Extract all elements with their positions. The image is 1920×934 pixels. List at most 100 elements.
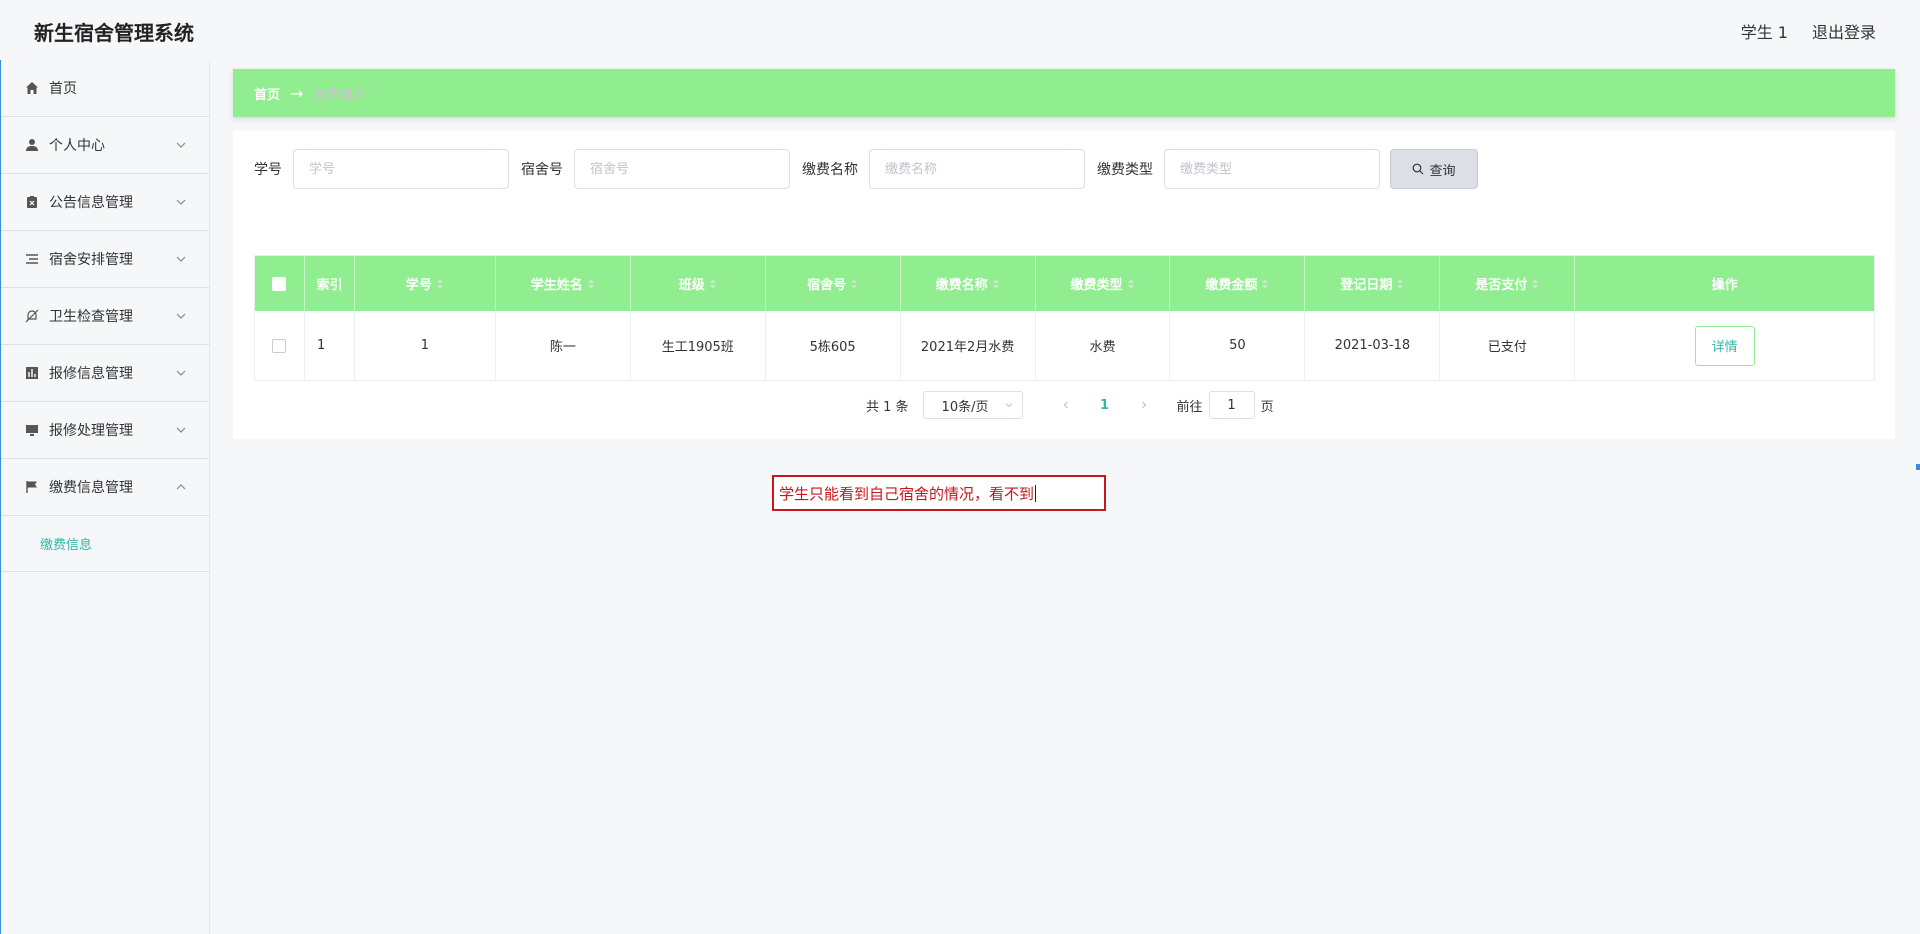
fee-name-label: 缴费名称 — [802, 162, 858, 178]
sidebar-item-personal-center[interactable]: 个人中心 — [0, 117, 209, 174]
breadcrumb-home[interactable]: 首页 — [254, 84, 280, 103]
row-select-cell — [255, 311, 305, 380]
pagination: 共 1 条 10条/页 1 前往 页 — [866, 391, 1274, 419]
detail-button[interactable]: 详情 — [1694, 325, 1755, 366]
fee-type-input[interactable] — [1164, 149, 1380, 189]
header-select-all[interactable] — [255, 256, 305, 311]
total-count: 共 1 条 — [866, 399, 909, 415]
cell-action: 详情 — [1575, 311, 1874, 380]
sort-icon[interactable] — [1262, 278, 1269, 289]
chevron-up-icon — [176, 484, 186, 490]
dorm-no-label: 宿舍号 — [521, 162, 563, 178]
cell-fee-type: 水费 — [1036, 311, 1171, 380]
header-fee-name[interactable]: 缴费名称 — [901, 256, 1036, 311]
sort-icon[interactable] — [1127, 278, 1135, 289]
chevron-down-icon — [176, 142, 186, 148]
sort-icon[interactable] — [992, 278, 1000, 289]
cell-dorm-no: 5栋605 — [766, 311, 901, 380]
annotation-text: 学生只能看到自己宿舍的情况，看不到 — [779, 484, 1035, 503]
header-student-name[interactable]: 学生姓名 — [496, 256, 631, 311]
top-bar: 新生宿舍管理系统 学生 1 退出登录 — [0, 0, 1920, 60]
chevron-down-icon — [1005, 403, 1012, 408]
sidebar-item-hygiene-check[interactable]: 卫生检查管理 — [0, 288, 209, 345]
chevron-down-icon — [176, 427, 186, 433]
main-panel: 学号 宿舍号 缴费名称 缴费类型 查询 索引 学号 学生姓名 班级 宿舍号 缴费… — [233, 131, 1895, 439]
chevron-down-icon — [176, 256, 186, 262]
user-icon — [24, 137, 40, 153]
cell-fee-name: 2021年2月水费 — [901, 311, 1036, 380]
sidebar-item-label: 卫生检查管理 — [49, 309, 133, 325]
sidebar-subitem-payment-info[interactable]: 缴费信息 — [0, 516, 209, 572]
logout-link[interactable]: 退出登录 — [1812, 19, 1876, 43]
sort-icon[interactable] — [587, 278, 595, 289]
sidebar-item-label: 报修信息管理 — [49, 366, 133, 382]
header-fee-amount[interactable]: 缴费金额 — [1170, 256, 1306, 311]
sort-icon[interactable] — [851, 278, 858, 289]
sidebar: 首页 个人中心 公告信息管理 宿舍安排管理 卫生检查管理 报修信息管理 报修处理… — [0, 60, 210, 934]
text-caret — [1035, 484, 1037, 502]
chevron-left-icon — [1063, 401, 1068, 409]
breadcrumb-current: 缴费信息 — [313, 87, 366, 103]
header-dorm-no[interactable]: 宿舍号 — [766, 256, 901, 311]
student-no-input[interactable] — [293, 149, 509, 189]
table-header: 索引 学号 学生姓名 班级 宿舍号 缴费名称 缴费类型 缴费金额 登记日期 是否… — [255, 256, 1874, 311]
chevron-down-icon — [176, 313, 186, 319]
goto-page-input[interactable] — [1208, 391, 1255, 419]
user-name[interactable]: 学生 1 — [1741, 19, 1788, 43]
sort-icon[interactable] — [1397, 278, 1404, 289]
cell-class: 生工1905班 — [631, 311, 766, 380]
page-suffix: 页 — [1260, 399, 1274, 415]
sort-icon[interactable] — [1532, 278, 1539, 289]
select-all-checkbox[interactable] — [272, 276, 287, 291]
header-student-no[interactable]: 学号 — [355, 256, 496, 311]
sort-icon[interactable] — [436, 278, 444, 289]
cell-paid: 已支付 — [1440, 311, 1576, 380]
header-fee-type[interactable]: 缴费类型 — [1036, 256, 1171, 311]
app-title: 新生宿舍管理系统 — [34, 21, 194, 45]
home-icon — [24, 80, 40, 96]
chevron-right-icon — [1141, 401, 1146, 409]
clipboard-icon — [24, 194, 40, 210]
sidebar-item-dorm-arrangement[interactable]: 宿舍安排管理 — [0, 231, 209, 288]
fee-name-input[interactable] — [869, 149, 1085, 189]
monitor-icon — [24, 422, 40, 438]
student-no-label: 学号 — [254, 162, 282, 178]
cell-index: 1 — [305, 311, 355, 380]
list-icon — [24, 251, 40, 267]
breadcrumb: 首页 → 缴费信息 — [233, 69, 1895, 117]
chevron-down-icon — [176, 199, 186, 205]
row-checkbox[interactable] — [272, 338, 287, 353]
bar-chart-icon — [24, 365, 40, 381]
header-action: 操作 — [1711, 278, 1738, 293]
sidebar-item-notice[interactable]: 公告信息管理 — [0, 174, 209, 231]
header-register-date[interactable]: 登记日期 — [1305, 256, 1441, 311]
sidebar-item-repair-info[interactable]: 报修信息管理 — [0, 345, 209, 402]
sidebar-item-label: 个人中心 — [49, 138, 105, 154]
resize-handle[interactable] — [1916, 464, 1920, 470]
next-page-button[interactable] — [1129, 400, 1159, 410]
sidebar-item-home[interactable]: 首页 — [0, 60, 209, 117]
header-paid[interactable]: 是否支付 — [1440, 256, 1576, 311]
cell-student-no: 1 — [355, 311, 496, 380]
annotation-text-box[interactable]: 学生只能看到自己宿舍的情况，看不到 — [772, 475, 1106, 511]
dorm-no-input[interactable] — [574, 149, 790, 189]
sort-icon[interactable] — [709, 278, 717, 289]
goto-label: 前往 — [1176, 399, 1203, 415]
search-icon — [1413, 163, 1424, 175]
sidebar-item-label: 公告信息管理 — [49, 195, 133, 211]
user-area: 学生 1 退出登录 — [1741, 19, 1876, 43]
prev-page-button[interactable] — [1051, 400, 1081, 410]
page-size-select[interactable]: 10条/页 — [922, 391, 1023, 419]
sidebar-item-repair-handling[interactable]: 报修处理管理 — [0, 402, 209, 459]
sidebar-item-label: 缴费信息管理 — [49, 480, 133, 496]
cell-student-name: 陈一 — [496, 311, 631, 380]
query-button[interactable]: 查询 — [1390, 149, 1478, 189]
sidebar-item-label: 宿舍安排管理 — [49, 252, 133, 268]
page-number[interactable]: 1 — [1081, 398, 1129, 413]
flag-icon — [24, 479, 40, 495]
bell-off-icon — [24, 308, 40, 324]
header-class[interactable]: 班级 — [631, 256, 766, 311]
sidebar-item-payment-info[interactable]: 缴费信息管理 — [0, 459, 209, 516]
chevron-down-icon — [176, 370, 186, 376]
breadcrumb-arrow: → — [290, 83, 304, 103]
